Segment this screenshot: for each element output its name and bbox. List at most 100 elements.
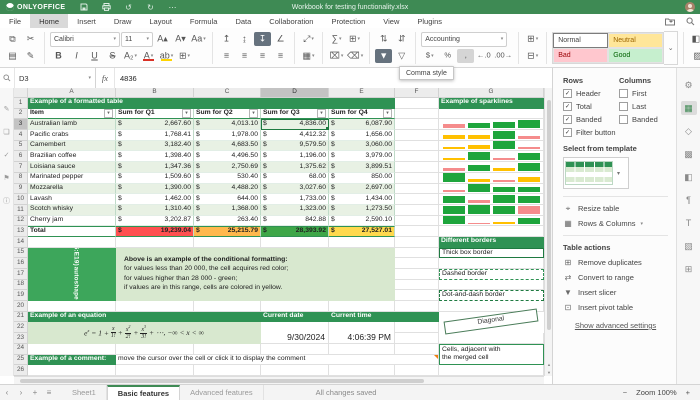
menu-tab-layout[interactable]: Layout <box>140 14 181 28</box>
zoom-in-button[interactable]: + <box>686 388 690 397</box>
row-header-22[interactable]: 22 <box>14 322 28 333</box>
cell-F13[interactable] <box>395 226 439 237</box>
cell-F15[interactable] <box>395 248 439 259</box>
justify-icon[interactable]: ≡ <box>272 49 289 63</box>
value-cell-C5[interactable]: $4,683.50 <box>194 141 261 152</box>
currency-style-icon[interactable]: $▾ <box>421 49 438 63</box>
cell-F14[interactable] <box>395 237 439 248</box>
convert-to-range-button[interactable]: ⇄Convert to range <box>563 273 668 282</box>
item-cell-camembert[interactable]: Camembert <box>28 141 116 152</box>
value-cell-B6[interactable]: $1,398.40 <box>116 151 194 162</box>
row-header-8[interactable]: 8 <box>14 173 28 184</box>
item-cell-brazilian-coffee[interactable]: Brazilian coffee <box>28 151 116 162</box>
cell-C20[interactable] <box>194 301 261 312</box>
sheet-tab-basic-features[interactable]: Basic features <box>107 385 180 400</box>
menu-tab-home[interactable]: Home <box>30 14 68 28</box>
table-header-sum-for-q1[interactable]: Sum for Q1▾ <box>116 109 194 120</box>
cell-A14[interactable] <box>28 237 116 248</box>
thick-border-cell[interactable]: Thick box border <box>439 248 544 259</box>
menu-tab-insert[interactable]: Insert <box>68 14 105 28</box>
cell-D14[interactable] <box>261 237 329 248</box>
chevron-down-icon[interactable]: ▾ <box>88 75 91 81</box>
about-icon[interactable]: ⓘ <box>3 198 10 205</box>
cell-F9[interactable] <box>395 184 439 195</box>
value-cell-C7[interactable]: $2,750.69 <box>194 162 261 173</box>
value-cell-C11[interactable]: $1,368.00 <box>194 205 261 216</box>
rows-columns-button[interactable]: ▦ Rows & Columns ▾ <box>563 219 668 228</box>
value-cell-C8[interactable]: $530.40 <box>194 173 261 184</box>
borders-icon[interactable]: ⊞▾ <box>176 49 193 63</box>
menu-tab-collaboration[interactable]: Collaboration <box>260 14 322 28</box>
chevron-down-icon[interactable]: ▾ <box>617 170 620 177</box>
row-header-21[interactable]: 21 <box>14 312 28 323</box>
wrap-text-icon[interactable]: ⤢▾ <box>300 32 317 46</box>
cell-A24[interactable] <box>28 344 116 355</box>
value-cell-C9[interactable]: $4,488.20 <box>194 184 261 195</box>
checkbox-last[interactable]: Last <box>619 102 668 111</box>
menu-tab-formula[interactable]: Formula <box>181 14 227 28</box>
table-header-sum-for-q2[interactable]: Sum for Q2▾ <box>194 109 261 120</box>
cell-B26[interactable] <box>116 365 194 376</box>
menu-tab-data[interactable]: Data <box>226 14 260 28</box>
value-cell-D4[interactable]: $4,412.32 <box>261 130 329 141</box>
cell-F20[interactable] <box>395 301 439 312</box>
style-chip-bad[interactable]: Bad <box>553 48 608 63</box>
value-cell-E12[interactable]: $2,590.10 <box>329 216 395 227</box>
sparkline-cherry-jam[interactable] <box>439 216 544 227</box>
green-filler-cell[interactable] <box>395 312 439 323</box>
cell-E24[interactable] <box>329 344 395 355</box>
diagonal-border-cell[interactable]: Diagonal <box>439 312 544 333</box>
cell-D20[interactable] <box>261 301 329 312</box>
format-painter-icon[interactable]: ✎ <box>22 49 39 63</box>
checkbox-total[interactable]: ✓Total <box>563 102 619 111</box>
cell-F26[interactable] <box>395 365 439 376</box>
value-cell-C4[interactable]: $1,978.00 <box>194 130 261 141</box>
cell-F8[interactable] <box>395 173 439 184</box>
table-template-selector[interactable]: ▾ <box>563 157 629 189</box>
image-settings-icon[interactable]: ▩ <box>681 147 697 161</box>
total-cell-C13[interactable]: $25,215.79 <box>194 226 261 237</box>
formula-input[interactable]: 4836 <box>115 68 552 88</box>
checkbox-banded[interactable]: Banded <box>619 115 668 124</box>
style-chip-normal[interactable]: Normal <box>553 33 608 48</box>
cell-B20[interactable] <box>116 301 194 312</box>
menu-tab-view[interactable]: View <box>374 14 408 28</box>
fill-icon[interactable]: ⌧▾ <box>328 49 345 63</box>
align-left-icon[interactable]: ≡ <box>218 49 235 63</box>
sheet-prev-icon[interactable]: ‹ <box>0 385 14 400</box>
row-header-16[interactable]: 16 <box>14 258 28 269</box>
sheet-next-icon[interactable]: › <box>14 385 28 400</box>
value-cell-E7[interactable]: $3,899.51 <box>329 162 395 173</box>
cell-F7[interactable] <box>395 162 439 173</box>
equation-title-cell[interactable]: Example of an equation <box>28 312 261 323</box>
row-header-18[interactable]: 18 <box>14 280 28 291</box>
comment-text-cell[interactable]: move the cursor over the cell or click i… <box>116 355 439 366</box>
cell-D26[interactable] <box>261 365 329 376</box>
column-header-B[interactable]: B <box>116 88 194 98</box>
row-header-6[interactable]: 6 <box>14 151 28 162</box>
row-header-23[interactable]: 23 <box>14 333 28 344</box>
table-header-sum-for-q4[interactable]: Sum for Q4▾ <box>329 109 395 120</box>
cell-F18[interactable] <box>395 280 439 291</box>
highlight-color-icon[interactable]: ab▾ <box>158 49 175 63</box>
row-header-19[interactable]: 19 <box>14 290 28 301</box>
value-cell-C3[interactable]: $4,013.10 <box>194 119 261 130</box>
row-header-2[interactable]: 2 <box>14 109 28 120</box>
value-cell-C10[interactable]: $644.00 <box>194 194 261 205</box>
italic-icon[interactable]: I <box>68 49 85 63</box>
filter-button-icon[interactable]: ▾ <box>249 109 258 118</box>
sparkline-australian-lamb[interactable] <box>439 119 544 130</box>
value-cell-D9[interactable]: $3,027.60 <box>261 184 329 195</box>
total-cell-B13[interactable]: $19,239.04 <box>116 226 194 237</box>
sparkline-marinated-pepper[interactable] <box>439 173 544 184</box>
value-cell-E11[interactable]: $1,273.50 <box>329 205 395 216</box>
decrease-font-icon[interactable]: A▾ <box>172 32 189 46</box>
value-cell-D8[interactable]: $68.00 <box>261 173 329 184</box>
value-cell-E10[interactable]: $1,434.00 <box>329 194 395 205</box>
row-header-17[interactable]: 17 <box>14 269 28 280</box>
font-size-combo[interactable]: 11▾ <box>121 32 153 47</box>
style-chip-good[interactable]: Good <box>608 48 663 63</box>
sparkline-camembert[interactable] <box>439 141 544 152</box>
sparklines-title-cell[interactable]: Example of sparklines <box>439 98 544 109</box>
table-header-sum-for-q3[interactable]: Sum for Q3▾ <box>261 109 329 120</box>
